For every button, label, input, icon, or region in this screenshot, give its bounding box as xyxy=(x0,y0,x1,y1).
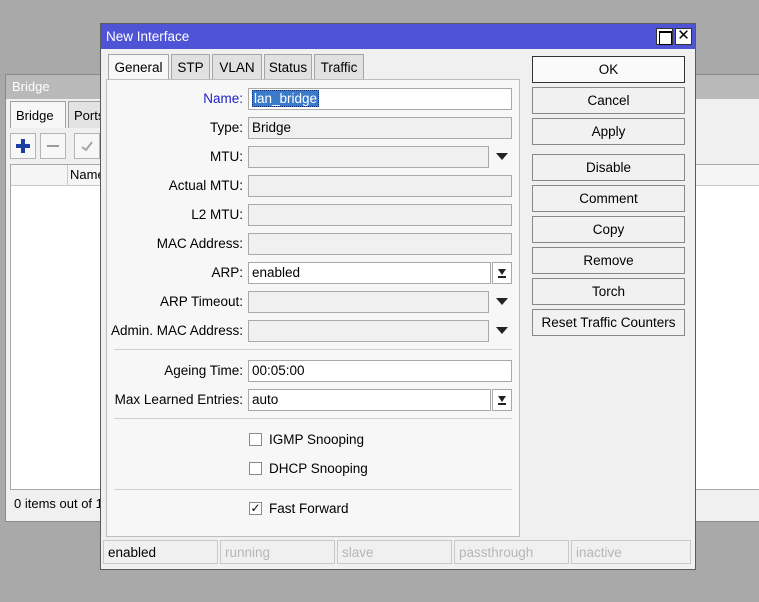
status-passthrough: passthrough xyxy=(454,540,569,564)
dialog-title-bar[interactable]: New Interface ✕ xyxy=(101,24,695,49)
status-inactive: inactive xyxy=(571,540,691,564)
l2-mtu-label: L2 MTU: xyxy=(191,207,243,222)
checkbox-label: IGMP Snooping xyxy=(269,432,365,447)
ageing-time-label: Ageing Time: xyxy=(164,363,243,378)
dialog-title: New Interface xyxy=(106,29,190,44)
checkbox-box[interactable] xyxy=(249,462,262,475)
max-learned-select[interactable]: auto xyxy=(248,389,491,411)
maximize-button[interactable] xyxy=(656,28,673,45)
mtu-dropdown-icon[interactable] xyxy=(496,153,508,160)
admin-mac-dropdown-icon[interactable] xyxy=(496,327,508,334)
type-label: Type: xyxy=(209,120,243,135)
close-icon: ✕ xyxy=(677,27,690,44)
status-slave: slave xyxy=(337,540,452,564)
comment-button[interactable]: Comment xyxy=(532,185,685,212)
tab-general[interactable]: General xyxy=(108,54,169,80)
divider xyxy=(114,489,512,490)
mtu-input[interactable] xyxy=(248,146,489,168)
divider xyxy=(114,349,512,350)
tab-traffic[interactable]: Traffic xyxy=(314,54,364,79)
admin-mac-input[interactable] xyxy=(248,320,489,342)
new-interface-dialog: New Interface ✕ General STP VLAN Status … xyxy=(100,23,696,570)
close-button[interactable]: ✕ xyxy=(675,28,692,45)
checkbox-box[interactable] xyxy=(249,433,262,446)
arp-dropdown-icon[interactable] xyxy=(492,262,512,284)
mac-address-label: MAC Address: xyxy=(156,236,243,251)
torch-button[interactable]: Torch xyxy=(532,278,685,305)
max-learned-label: Max Learned Entries: xyxy=(114,392,243,407)
checkbox-box[interactable]: ✓ xyxy=(249,502,262,515)
checkbox-label: Fast Forward xyxy=(269,501,349,516)
apply-button[interactable]: Apply xyxy=(532,118,685,145)
divider xyxy=(114,418,512,419)
arp-timeout-label: ARP Timeout: xyxy=(159,294,243,309)
general-panel: Name: lan_bridge Type: Bridge MTU: Actua… xyxy=(106,79,520,537)
arp-timeout-dropdown-icon[interactable] xyxy=(496,298,508,305)
arp-timeout-input[interactable] xyxy=(248,291,489,313)
name-input[interactable]: lan_bridge xyxy=(248,88,512,110)
status-running: running xyxy=(220,540,335,564)
ok-button[interactable]: OK xyxy=(532,56,685,83)
arp-label: ARP: xyxy=(211,265,243,280)
mac-address-field xyxy=(248,233,512,255)
checkbox-label: DHCP Snooping xyxy=(269,461,368,476)
max-learned-dropdown-icon[interactable] xyxy=(492,389,512,411)
type-field: Bridge xyxy=(248,117,512,139)
tab-stp[interactable]: STP xyxy=(171,54,210,79)
remove-button[interactable]: Remove xyxy=(532,247,685,274)
actual-mtu-field xyxy=(248,175,512,197)
plus-icon xyxy=(16,139,30,153)
mtu-label: MTU: xyxy=(210,149,243,164)
reset-traffic-counters-button[interactable]: Reset Traffic Counters xyxy=(532,309,685,336)
ageing-time-input[interactable]: 00:05:00 xyxy=(248,360,512,382)
copy-button[interactable]: Copy xyxy=(532,216,685,243)
tab-vlan[interactable]: VLAN xyxy=(212,54,262,79)
cancel-button[interactable]: Cancel xyxy=(532,87,685,114)
status-enabled: enabled xyxy=(103,540,218,564)
l2-mtu-field xyxy=(248,204,512,226)
name-value: lan_bridge xyxy=(252,90,320,107)
admin-mac-label: Admin. MAC Address: xyxy=(110,323,243,338)
checkmark-icon: ✓ xyxy=(250,501,261,515)
actual-mtu-label: Actual MTU: xyxy=(168,178,243,193)
arp-select[interactable]: enabled xyxy=(248,262,491,284)
disable-button[interactable]: Disable xyxy=(532,154,685,181)
add-button[interactable] xyxy=(10,133,36,159)
name-label: Name: xyxy=(203,91,243,106)
bridge-status: 0 items out of 1 xyxy=(14,496,103,511)
tab-status[interactable]: Status xyxy=(264,54,312,79)
